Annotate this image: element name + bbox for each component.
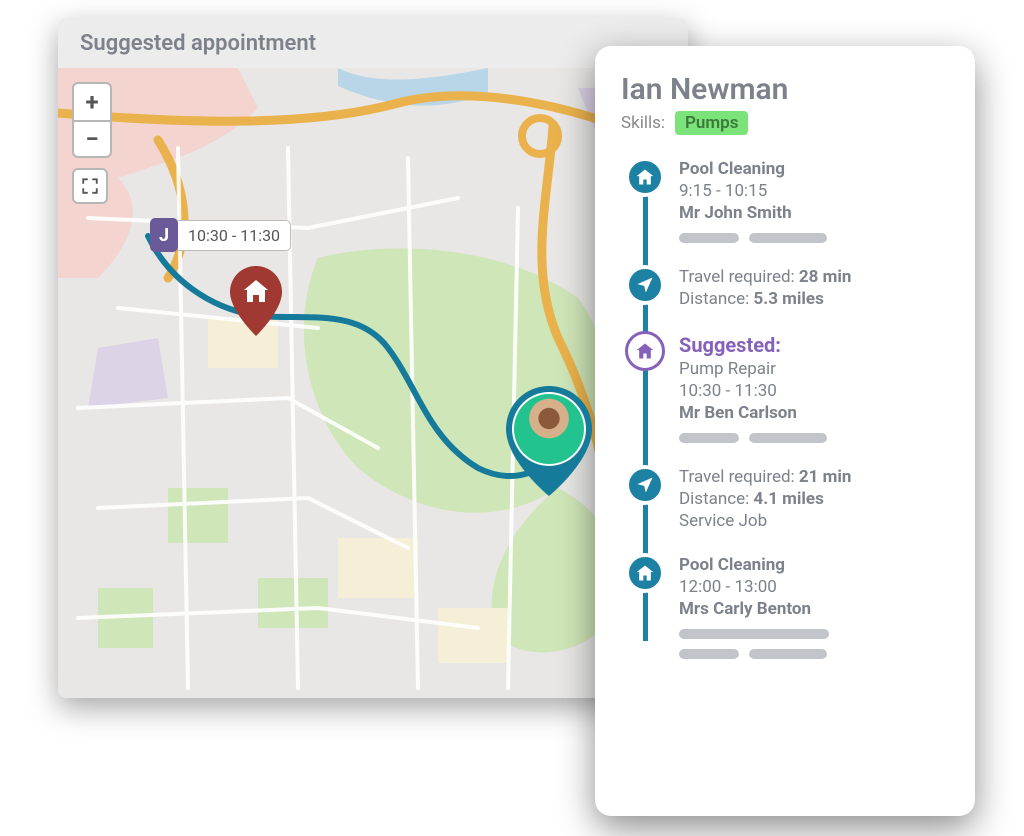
timeline-item-travel[interactable]: Travel required: 21 min Distance: 4.1 mi… xyxy=(625,465,949,553)
placeholder-bar xyxy=(679,629,829,639)
travel-required-row: Travel required: 21 min xyxy=(679,467,851,487)
placeholder-bar xyxy=(679,233,739,243)
distance-value: 4.1 miles xyxy=(754,489,824,509)
job-title: Pump Repair xyxy=(679,359,827,379)
house-icon xyxy=(625,331,665,371)
timeline: Pool Cleaning 9:15 - 10:15 Mr John Smith… xyxy=(625,157,949,659)
timeline-item-suggested[interactable]: Suggested: Pump Repair 10:30 - 11:30 Mr … xyxy=(625,331,949,465)
worker-pin[interactable] xyxy=(506,386,592,496)
fullscreen-button[interactable] xyxy=(72,168,108,204)
timeline-body: Travel required: 21 min Distance: 4.1 mi… xyxy=(679,465,851,531)
pin-icon xyxy=(230,266,282,336)
map-card: Suggested appointment xyxy=(58,18,688,698)
timeline-body: Pool Cleaning 12:00 - 13:00 Mrs Carly Be… xyxy=(679,553,829,659)
placeholder-row xyxy=(679,233,827,243)
travel-duration: 28 min xyxy=(799,267,852,287)
skills-row: Skills: Pumps xyxy=(621,111,949,135)
job-customer: Mr Ben Carlson xyxy=(679,403,827,423)
route-start-badge[interactable]: J 10:30 - 11:30 xyxy=(150,218,291,252)
job-title: Pool Cleaning xyxy=(679,555,829,575)
timeline-item-job[interactable]: Pool Cleaning 12:00 - 13:00 Mrs Carly Be… xyxy=(625,553,949,659)
placeholder-row xyxy=(679,629,829,639)
job-time: 10:30 - 11:30 xyxy=(679,381,827,401)
timeline-item-travel[interactable]: Travel required: 28 min Distance: 5.3 mi… xyxy=(625,265,949,331)
job-time: 9:15 - 10:15 xyxy=(679,181,827,201)
job-customer: Mr John Smith xyxy=(679,203,827,223)
placeholder-bar xyxy=(749,649,827,659)
basemap xyxy=(58,68,688,698)
travel-duration: 21 min xyxy=(799,467,852,487)
placeholder-bar xyxy=(749,233,827,243)
travel-label: Travel required: xyxy=(679,267,795,287)
nav-icon xyxy=(625,265,665,305)
placeholder-bar xyxy=(679,433,739,443)
travel-note: Service Job xyxy=(679,511,851,531)
distance-label: Distance: xyxy=(679,489,749,509)
badge-letter: J xyxy=(150,218,178,252)
worker-name: Ian Newman xyxy=(621,72,949,107)
job-time: 12:00 - 13:00 xyxy=(679,577,829,597)
suggested-label: Suggested: xyxy=(679,333,827,357)
badge-time: 10:30 - 11:30 xyxy=(178,220,291,251)
fullscreen-icon xyxy=(81,177,99,195)
house-icon xyxy=(625,157,665,197)
placeholder-row xyxy=(679,433,827,443)
zoom-out-button[interactable]: − xyxy=(74,120,110,156)
zoom-in-button[interactable]: + xyxy=(74,84,110,120)
travel-required-row: Travel required: 28 min xyxy=(679,267,851,287)
worker-avatar xyxy=(514,394,584,464)
skills-label: Skills: xyxy=(621,113,665,133)
map-area[interactable]: + − J 10:30 - 11:30 xyxy=(58,68,688,698)
house-icon xyxy=(625,553,665,593)
timeline-body: Travel required: 28 min Distance: 5.3 mi… xyxy=(679,265,851,309)
map-title: Suggested appointment xyxy=(80,31,316,56)
destination-pin[interactable] xyxy=(230,266,282,336)
nav-icon xyxy=(625,465,665,505)
distance-value: 5.3 miles xyxy=(754,289,824,309)
zoom-group: + − xyxy=(72,82,112,158)
job-customer: Mrs Carly Benton xyxy=(679,599,829,619)
timeline-body: Suggested: Pump Repair 10:30 - 11:30 Mr … xyxy=(679,331,827,443)
map-title-bar: Suggested appointment xyxy=(58,18,688,68)
placeholder-bar xyxy=(749,433,827,443)
map-controls: + − xyxy=(72,82,112,204)
distance-row: Distance: 4.1 miles xyxy=(679,489,851,509)
placeholder-row xyxy=(679,649,829,659)
job-title: Pool Cleaning xyxy=(679,159,827,179)
side-card: Ian Newman Skills: Pumps Pool Cleaning 9… xyxy=(595,46,975,816)
skill-chip[interactable]: Pumps xyxy=(675,111,748,135)
timeline-body: Pool Cleaning 9:15 - 10:15 Mr John Smith xyxy=(679,157,827,243)
timeline-item-job[interactable]: Pool Cleaning 9:15 - 10:15 Mr John Smith xyxy=(625,157,949,265)
distance-label: Distance: xyxy=(679,289,749,309)
travel-label: Travel required: xyxy=(679,467,795,487)
distance-row: Distance: 5.3 miles xyxy=(679,289,851,309)
placeholder-bar xyxy=(679,649,739,659)
